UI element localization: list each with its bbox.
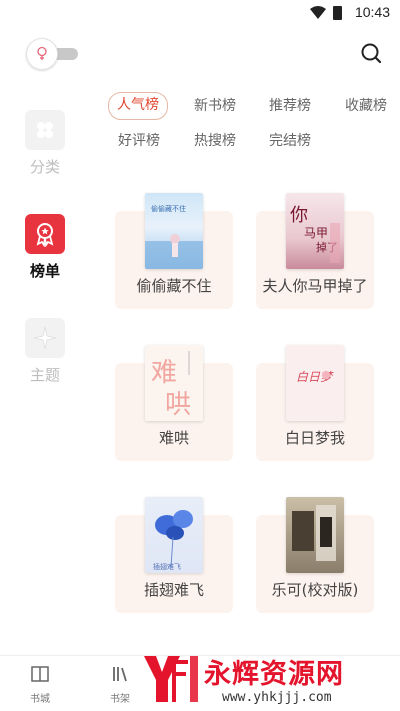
- svg-text:难: 难: [151, 358, 177, 388]
- book-title: 难哄: [158, 429, 189, 447]
- tab-good-review[interactable]: 好评榜: [110, 128, 168, 154]
- search-icon: [361, 43, 382, 64]
- toggle-knob: [26, 38, 58, 70]
- sidebar-item-label: 主题: [29, 366, 60, 384]
- book-cover: [286, 497, 344, 573]
- book-cover: 白日梦: [286, 345, 344, 421]
- book-card[interactable]: 插翅难飞 插翅难飞: [115, 497, 233, 615]
- status-time: 10:43: [354, 4, 390, 20]
- sidebar-item-theme[interactable]: 主题: [0, 318, 90, 385]
- tab-recommend[interactable]: 推荐榜: [261, 93, 319, 119]
- status-bar: 10:43: [0, 0, 400, 26]
- tab-finished[interactable]: 完结榜: [261, 128, 319, 154]
- book-card[interactable]: 难 哄 难哄: [115, 345, 233, 463]
- category-icon: [25, 110, 65, 150]
- tab-popular[interactable]: 人气榜: [108, 92, 168, 120]
- book-card[interactable]: 乐可(校对版): [256, 497, 374, 615]
- book-title: 插翅难飞: [143, 581, 204, 599]
- watermark-text: 永辉资源网: [204, 659, 344, 690]
- book-title: 夫人你马甲掉了: [262, 277, 368, 295]
- svg-text:哄: 哄: [165, 390, 191, 420]
- sidebar-item-label: 分类: [29, 158, 60, 176]
- watermark-url: www.yhkjjj.com: [222, 690, 332, 705]
- bookshelf-icon: [113, 667, 127, 682]
- svg-text:插翅难飞: 插翅难飞: [153, 562, 181, 571]
- book-title: 偷偷藏不住: [136, 277, 212, 295]
- book-open-icon: [31, 666, 49, 682]
- book-title: 乐可(校对版): [271, 581, 359, 599]
- rank-badge-icon: [25, 214, 65, 254]
- book-cover: 难 哄: [145, 345, 203, 421]
- sidebar-item-rank[interactable]: 榜单: [0, 214, 90, 281]
- theme-icon: [25, 318, 65, 358]
- tab-new[interactable]: 新书榜: [186, 93, 244, 119]
- tab-collect[interactable]: 收藏榜: [337, 93, 395, 119]
- book-card[interactable]: 你 马甲 掉了 夫人你马甲掉了: [256, 193, 374, 311]
- book-card[interactable]: 白日梦 白日梦我: [256, 345, 374, 463]
- sidebar-item-category[interactable]: 分类: [0, 110, 90, 177]
- book-cover: 偷偷藏不住: [145, 193, 203, 269]
- svg-text:马甲: 马甲: [304, 226, 328, 240]
- book-card[interactable]: 偷偷藏不住 偷偷藏不住: [115, 193, 233, 311]
- book-cover: 插翅难飞: [145, 497, 203, 573]
- bottom-nav-label: 书城: [30, 694, 50, 705]
- tab-hot-search[interactable]: 热搜榜: [186, 128, 244, 154]
- watermark-logo: [144, 656, 198, 702]
- book-title: 白日梦我: [284, 429, 345, 447]
- svg-text:偷偷藏不住: 偷偷藏不住: [151, 204, 186, 213]
- night-mode-toggle[interactable]: [26, 38, 80, 70]
- bulb-icon: [37, 46, 47, 60]
- watermark: 永辉资源网 www.yhkjjj.com: [140, 646, 400, 710]
- search-button[interactable]: [358, 40, 384, 66]
- wifi-icon: [310, 6, 326, 19]
- svg-text:你: 你: [290, 205, 308, 226]
- book-cover: 你 马甲 掉了: [286, 193, 344, 269]
- bottom-nav-bookcity[interactable]: 书城: [10, 664, 70, 705]
- sidebar-item-label: 榜单: [29, 262, 60, 280]
- battery-icon: [333, 6, 342, 20]
